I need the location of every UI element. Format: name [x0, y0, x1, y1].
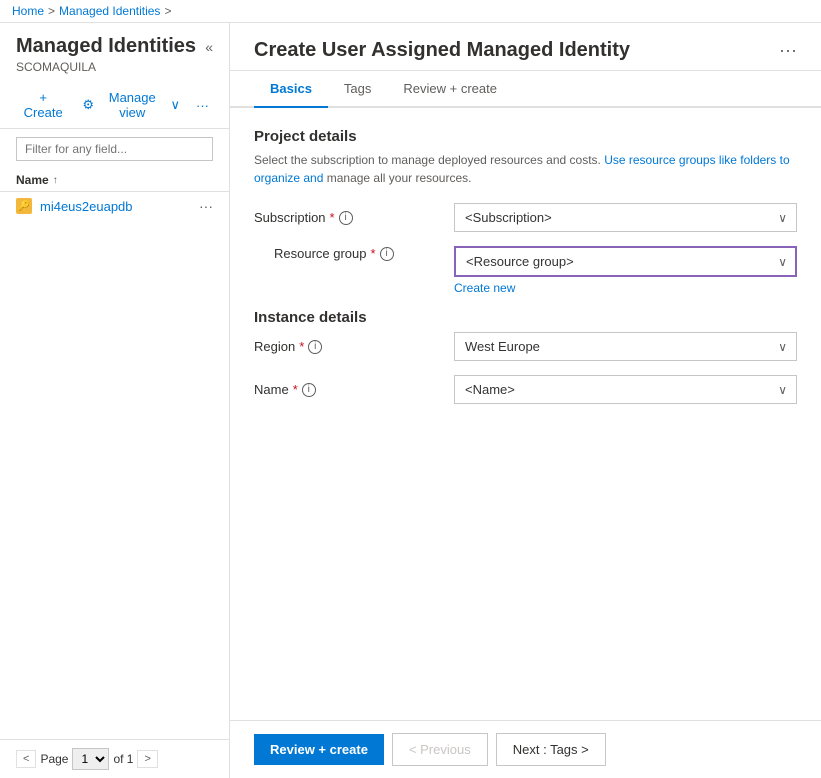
name-select-wrapper: <Name> [454, 375, 797, 404]
panel-more-button[interactable]: ··· [779, 40, 797, 61]
column-header: Name ↑ [0, 169, 229, 192]
review-create-button[interactable]: Review + create [254, 734, 384, 765]
resource-group-row: Resource group * i <Resource group> Crea… [254, 246, 797, 295]
list-item[interactable]: 🔑 mi4eus2euapdb ··· [0, 192, 229, 220]
previous-button[interactable]: < Previous [392, 733, 488, 766]
manage-view-button[interactable]: ⚙ Manage view ∨ [78, 88, 184, 122]
name-column-header: Name ↑ [16, 173, 58, 187]
resource-group-info-icon: i [380, 247, 394, 261]
right-header: Create User Assigned Managed Identity ··… [230, 23, 821, 71]
breadcrumb: Home > Managed Identities > [0, 0, 821, 23]
right-panel: Create User Assigned Managed Identity ··… [230, 23, 821, 778]
subscription-row: Subscription * i <Subscription> [254, 203, 797, 232]
instance-details-section: Instance details Region * i West Europe … [254, 309, 797, 404]
panel-title-row: Managed Identities « [16, 35, 213, 58]
panel-title-text: Managed Identities [16, 35, 196, 58]
form-content: Project details Select the subscription … [230, 108, 821, 720]
page-label: Page [40, 752, 68, 766]
gear-icon: ⚙ [82, 97, 94, 113]
manage-view-label: Manage view [98, 90, 166, 120]
page-select[interactable]: 1 [72, 748, 109, 770]
more-icon: ··· [196, 98, 209, 113]
subscription-required: * [330, 210, 335, 225]
left-panel: Managed Identities « SCOMAQUILA + Create… [0, 23, 230, 778]
project-details-title: Project details [254, 128, 797, 145]
breadcrumb-managed-identities[interactable]: Managed Identities [59, 4, 160, 18]
resource-group-select-wrapper: <Resource group> [454, 246, 797, 277]
left-toolbar: + Create ⚙ Manage view ∨ ··· [0, 82, 229, 129]
resource-group-label: Resource group * i [254, 246, 454, 261]
create-label: + Create [20, 90, 66, 120]
create-button[interactable]: + Create [16, 88, 70, 122]
filter-input[interactable] [16, 137, 213, 161]
tab-basics[interactable]: Basics [254, 71, 328, 108]
name-label: Name * i [254, 382, 454, 397]
instance-details-title: Instance details [254, 309, 797, 326]
identity-icon: 🔑 [16, 198, 32, 214]
name-required: * [293, 382, 298, 397]
name-row: Name * i <Name> [254, 375, 797, 404]
chevron-down-icon: ∨ [170, 97, 180, 113]
breadcrumb-sep2: > [164, 4, 171, 18]
resource-group-required: * [371, 246, 376, 261]
item-more-button[interactable]: ··· [199, 198, 213, 214]
item-label: mi4eus2euapdb [40, 199, 191, 214]
breadcrumb-sep1: > [48, 4, 55, 18]
tab-review-create[interactable]: Review + create [387, 71, 513, 108]
next-page-button[interactable]: > [137, 750, 157, 768]
subscription-label: Subscription * i [254, 210, 454, 225]
pagination: < Page 1 of 1 > [0, 739, 229, 778]
page-title: Create User Assigned Managed Identity [254, 39, 630, 62]
form-footer: Review + create < Previous Next : Tags > [230, 720, 821, 778]
sort-icon: ↑ [53, 175, 58, 186]
name-info-icon: i [302, 383, 316, 397]
subscription-select[interactable]: <Subscription> [454, 203, 797, 232]
collapse-button[interactable]: « [205, 39, 213, 55]
region-select[interactable]: West Europe East US West US [454, 332, 797, 361]
subscription-info-icon: i [339, 211, 353, 225]
toolbar-more-button[interactable]: ··· [192, 96, 213, 115]
region-label: Region * i [254, 339, 454, 354]
list-items: 🔑 mi4eus2euapdb ··· [0, 192, 229, 739]
create-new-link[interactable]: Create new [454, 281, 797, 295]
tabs: Basics Tags Review + create [230, 71, 821, 108]
region-required: * [299, 339, 304, 354]
subscription-select-wrapper: <Subscription> [454, 203, 797, 232]
panel-header: Managed Identities « SCOMAQUILA [0, 23, 229, 82]
resource-group-select[interactable]: <Resource group> [454, 246, 797, 277]
project-details-desc: Select the subscription to manage deploy… [254, 151, 797, 187]
prev-page-button[interactable]: < [16, 750, 36, 768]
name-select[interactable]: <Name> [454, 375, 797, 404]
page-of-label: of 1 [113, 752, 133, 766]
tab-tags[interactable]: Tags [328, 71, 387, 108]
region-select-wrapper: West Europe East US West US [454, 332, 797, 361]
panel-subtitle: SCOMAQUILA [16, 60, 213, 74]
next-button[interactable]: Next : Tags > [496, 733, 606, 766]
breadcrumb-home[interactable]: Home [12, 4, 44, 18]
region-info-icon: i [308, 340, 322, 354]
region-row: Region * i West Europe East US West US [254, 332, 797, 361]
